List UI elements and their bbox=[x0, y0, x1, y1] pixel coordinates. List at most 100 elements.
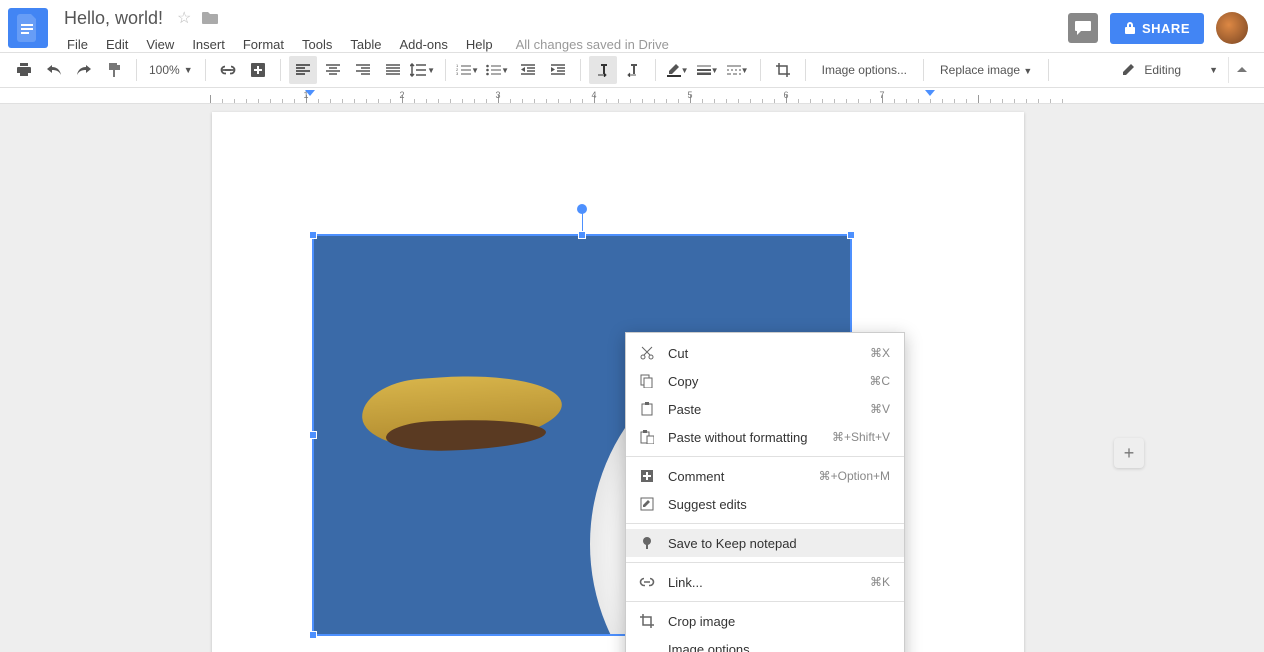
ruler-label: 7 bbox=[879, 90, 884, 100]
keep-icon bbox=[638, 536, 656, 550]
svg-text:3: 3 bbox=[456, 71, 459, 76]
ctx-save-to-keep-notepad[interactable]: Save to Keep notepad bbox=[626, 529, 904, 557]
bulleted-list-button[interactable]: ▼ bbox=[484, 56, 512, 84]
horizontal-ruler[interactable]: 1234567 bbox=[0, 88, 1264, 104]
ctx-label: Comment bbox=[668, 469, 807, 484]
ruler-label: 6 bbox=[783, 90, 788, 100]
pencil-icon bbox=[1122, 63, 1136, 77]
mode-dropdown[interactable]: Editing ▼ bbox=[1114, 63, 1226, 77]
resize-handle-bl[interactable] bbox=[309, 631, 317, 639]
ctx-shortcut: ⌘+Option+M bbox=[819, 469, 890, 483]
lock-icon bbox=[1124, 21, 1136, 35]
ctx-paste[interactable]: Paste ⌘V bbox=[626, 395, 904, 423]
menubar: FileEditViewInsertFormatToolsTableAdd-on… bbox=[60, 32, 1068, 56]
ctx-suggest-edits[interactable]: Suggest edits bbox=[626, 490, 904, 518]
menu-view[interactable]: View bbox=[139, 34, 181, 55]
ctx-link[interactable]: Link... ⌘K bbox=[626, 568, 904, 596]
ctx-shortcut: ⌘+Shift+V bbox=[832, 430, 890, 444]
ruler-label: 4 bbox=[591, 90, 596, 100]
image-options-button[interactable]: Image options... bbox=[814, 63, 915, 77]
redo-button[interactable] bbox=[70, 56, 98, 84]
ctx-shortcut: ⌘C bbox=[869, 374, 890, 388]
toolbar: 100%▼ ▼ 123▼ ▼ ▼ ▼ ▼ Image options... Re… bbox=[0, 52, 1264, 88]
document-canvas[interactable]: + Cut ⌘X Copy ⌘C Paste ⌘V Paste without format… bbox=[0, 104, 1264, 652]
ctx-label: Paste bbox=[668, 402, 858, 417]
paint-format-button[interactable] bbox=[100, 56, 128, 84]
docs-logo[interactable] bbox=[8, 8, 48, 48]
share-button[interactable]: SHARE bbox=[1110, 13, 1204, 44]
line-spacing-button[interactable]: ▼ bbox=[409, 56, 437, 84]
menu-add-ons[interactable]: Add-ons bbox=[392, 34, 454, 55]
star-icon[interactable]: ☆ bbox=[177, 8, 191, 28]
ctx-crop-image[interactable]: Crop image bbox=[626, 607, 904, 635]
increase-indent-button[interactable] bbox=[544, 56, 572, 84]
hide-menus-button[interactable] bbox=[1228, 57, 1254, 83]
link-icon bbox=[638, 577, 656, 587]
ctx-label: Copy bbox=[668, 374, 857, 389]
folder-icon[interactable] bbox=[201, 11, 219, 25]
show-comments-button[interactable] bbox=[1068, 13, 1098, 43]
paste-plain-icon bbox=[638, 430, 656, 444]
ctx-label: Crop image bbox=[668, 614, 890, 629]
ctx-shortcut: ⌘V bbox=[870, 402, 890, 416]
cut-icon bbox=[638, 346, 656, 360]
share-label: SHARE bbox=[1142, 21, 1190, 36]
ctx-shortcut: ⌘K bbox=[870, 575, 890, 589]
align-left-button[interactable] bbox=[289, 56, 317, 84]
account-avatar[interactable] bbox=[1216, 12, 1248, 44]
resize-handle-tr[interactable] bbox=[847, 231, 855, 239]
document-title[interactable]: Hello, world! bbox=[60, 8, 167, 29]
menu-table[interactable]: Table bbox=[343, 34, 388, 55]
zoom-dropdown[interactable]: 100%▼ bbox=[145, 63, 197, 77]
menu-file[interactable]: File bbox=[60, 34, 95, 55]
resize-handle-tl[interactable] bbox=[309, 231, 317, 239]
comment-icon bbox=[638, 469, 656, 483]
copy-icon bbox=[638, 374, 656, 388]
menu-help[interactable]: Help bbox=[459, 34, 500, 55]
ltr-button[interactable] bbox=[589, 56, 617, 84]
ctx-label: Suggest edits bbox=[668, 497, 890, 512]
ctx-copy[interactable]: Copy ⌘C bbox=[626, 367, 904, 395]
border-weight-button[interactable]: ▼ bbox=[694, 56, 722, 84]
explore-button[interactable]: + bbox=[1114, 438, 1144, 468]
print-button[interactable] bbox=[10, 56, 38, 84]
decrease-indent-button[interactable] bbox=[514, 56, 542, 84]
menu-insert[interactable]: Insert bbox=[185, 34, 232, 55]
resize-handle-ml[interactable] bbox=[309, 431, 317, 439]
ctx-label: Cut bbox=[668, 346, 858, 361]
menu-format[interactable]: Format bbox=[236, 34, 291, 55]
numbered-list-button[interactable]: 123▼ bbox=[454, 56, 482, 84]
paste-icon bbox=[638, 402, 656, 416]
context-menu: Cut ⌘X Copy ⌘C Paste ⌘V Paste without formatti… bbox=[625, 332, 905, 652]
insert-comment-button[interactable] bbox=[244, 56, 272, 84]
ctx-label: Paste without formatting bbox=[668, 430, 820, 445]
align-right-button[interactable] bbox=[349, 56, 377, 84]
align-center-button[interactable] bbox=[319, 56, 347, 84]
ctx-shortcut: ⌘X bbox=[870, 346, 890, 360]
ctx-cut[interactable]: Cut ⌘X bbox=[626, 339, 904, 367]
border-color-button[interactable]: ▼ bbox=[664, 56, 692, 84]
ctx-image-options[interactable]: Image options... bbox=[626, 635, 904, 652]
crop-icon bbox=[638, 614, 656, 628]
insert-link-button[interactable] bbox=[214, 56, 242, 84]
ruler-label: 5 bbox=[687, 90, 692, 100]
ctx-paste-without-formatting[interactable]: Paste without formatting ⌘+Shift+V bbox=[626, 423, 904, 451]
ruler-label: 3 bbox=[495, 90, 500, 100]
align-justify-button[interactable] bbox=[379, 56, 407, 84]
ruler-label: 2 bbox=[399, 90, 404, 100]
save-status: All changes saved in Drive bbox=[516, 37, 669, 52]
replace-image-button[interactable]: Replace image ▼ bbox=[932, 63, 1040, 77]
undo-button[interactable] bbox=[40, 56, 68, 84]
border-dash-button[interactable]: ▼ bbox=[724, 56, 752, 84]
crop-button[interactable] bbox=[769, 56, 797, 84]
ctx-comment[interactable]: Comment ⌘+Option+M bbox=[626, 462, 904, 490]
ctx-label: Link... bbox=[668, 575, 858, 590]
rotate-handle[interactable] bbox=[577, 204, 587, 214]
ctx-label: Image options... bbox=[668, 642, 890, 652]
menu-tools[interactable]: Tools bbox=[295, 34, 339, 55]
suggest-icon bbox=[638, 497, 656, 511]
menu-edit[interactable]: Edit bbox=[99, 34, 135, 55]
rtl-button[interactable] bbox=[619, 56, 647, 84]
resize-handle-mt[interactable] bbox=[578, 231, 586, 239]
ctx-label: Save to Keep notepad bbox=[668, 536, 890, 551]
